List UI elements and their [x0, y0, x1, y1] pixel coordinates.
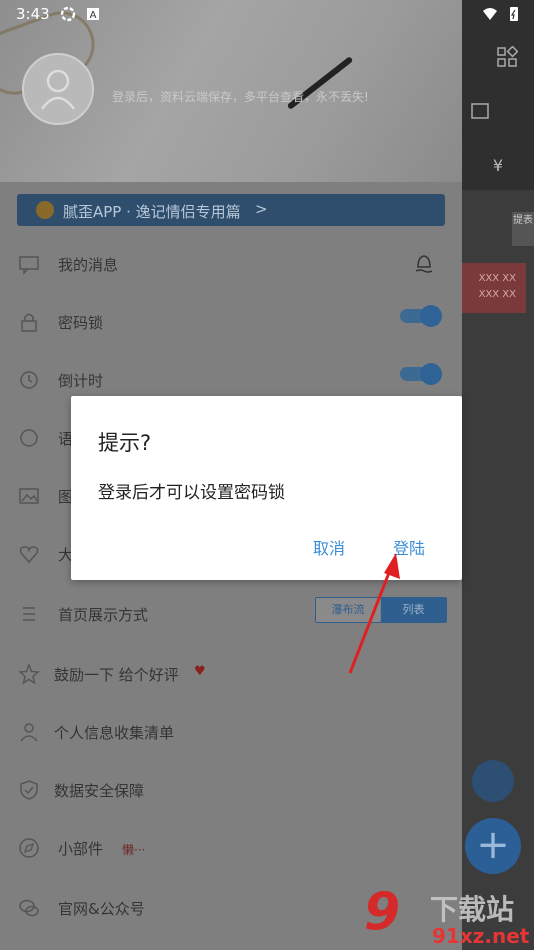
gear-icon	[60, 6, 76, 22]
calendar-icon	[471, 103, 489, 119]
mic-button	[472, 760, 514, 802]
toggle-knob	[420, 305, 442, 327]
menu-label: 数据安全保障	[54, 782, 145, 800]
currency-icon: ¥	[492, 156, 504, 175]
side-tag: 提表	[512, 212, 534, 246]
dialog-title: 提示?	[98, 431, 152, 455]
compass-icon	[19, 838, 39, 858]
notification-icon[interactable]	[412, 251, 436, 275]
star-icon	[18, 663, 40, 685]
heart-icon	[19, 546, 39, 564]
a-badge-icon: A	[87, 8, 99, 21]
app-banner[interactable]: 腻歪APP · 逸记情侣专用篇 >	[17, 194, 445, 226]
background-app: ¥ 提表	[462, 0, 534, 950]
login-prompt[interactable]: 登录后，资料云端保存，多平台查看，永不丢失!	[112, 88, 369, 105]
menu-label: 我的消息	[58, 256, 119, 274]
person-icon	[20, 723, 38, 742]
watermark-text: 下载站	[430, 893, 515, 926]
status-bar: 3:43 A	[0, 0, 534, 28]
user-icon	[40, 69, 76, 110]
list-icon	[23, 607, 35, 621]
menu-item-messages[interactable]: 我的消息	[0, 236, 462, 294]
clock-icon	[20, 371, 38, 389]
chevron-right-icon: >	[255, 200, 268, 218]
watermark-domain: 91xz.net	[432, 924, 530, 948]
menu-label: 鼓励一下 给个好评	[54, 666, 179, 684]
menu-item-widgets[interactable]: 小部件 懒···	[0, 820, 462, 878]
message-icon	[19, 256, 39, 275]
widget-hint: 懒···	[122, 843, 146, 857]
annotation-arrow	[348, 553, 400, 674]
card-line: XXX XX	[478, 289, 516, 300]
banner-label: 腻歪APP · 逸记情侣专用篇	[63, 203, 241, 221]
menu-item-personal-info[interactable]: 个人信息收集清单	[0, 704, 462, 762]
voice-icon	[20, 429, 38, 447]
toggle-knob	[420, 363, 442, 385]
menu-label: 首页展示方式	[58, 606, 149, 624]
wechat-icon	[19, 899, 39, 917]
add-button: +	[465, 818, 521, 874]
dialog-message: 登录后才可以设置密码锁	[98, 483, 285, 503]
menu-label: 密码锁	[58, 314, 104, 332]
battery-icon	[510, 7, 518, 21]
grid-icon	[497, 46, 518, 67]
coin-icon	[36, 201, 54, 219]
wifi-icon	[483, 8, 497, 20]
watermark: 9 下载站 91xz.net	[362, 882, 534, 950]
password-lock-toggle[interactable]	[400, 305, 442, 327]
menu-label: 小部件	[58, 840, 104, 858]
svg-text:A: A	[90, 10, 97, 21]
status-time: 3:43	[16, 5, 50, 23]
lock-icon	[21, 313, 37, 332]
watermark-logo: 9	[364, 882, 401, 942]
menu-label: 官网&公众号	[58, 900, 145, 918]
menu-item-data-security[interactable]: 数据安全保障	[0, 762, 462, 820]
menu-label: 个人信息收集清单	[54, 724, 175, 742]
card-line: XXX XX	[478, 273, 516, 284]
menu-item-password-lock[interactable]: 密码锁	[0, 294, 462, 352]
avatar[interactable]	[22, 53, 94, 125]
heart-ring-icon: ♥	[194, 664, 206, 679]
countdown-toggle[interactable]	[400, 363, 442, 385]
image-icon	[19, 488, 39, 504]
background-card: XXX XX XXX XX	[462, 263, 526, 313]
shield-icon	[20, 780, 38, 800]
menu-label: 倒计时	[58, 372, 104, 390]
